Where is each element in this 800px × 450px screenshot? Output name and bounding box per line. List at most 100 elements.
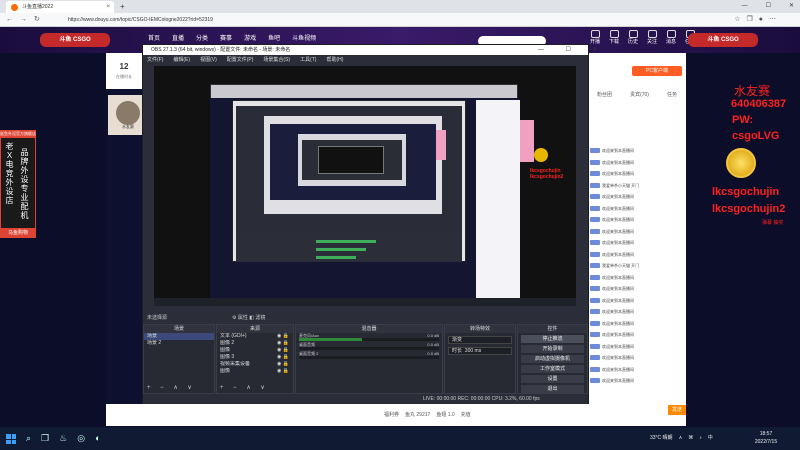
chat-message: 欢迎来到本直播间: [590, 157, 684, 169]
reload-icon[interactable]: ↻: [34, 16, 47, 23]
obs-window-controls[interactable]: — ☐ ✕: [538, 45, 608, 55]
left-ad-button[interactable]: 马鱼购物: [0, 228, 36, 238]
menu-tools[interactable]: 工具(T): [300, 55, 316, 65]
duration-field[interactable]: 时长 300 ms: [448, 347, 512, 355]
douyu-logo[interactable]: 斗鱼 CSGO: [40, 33, 110, 47]
source-item[interactable]: 图像 ◉ 🔒: [217, 368, 293, 375]
url-field[interactable]: https://www.douyu.com/topic/CSGO-IEMColo…: [68, 15, 508, 25]
volume-meter[interactable]: [299, 347, 439, 350]
source-item[interactable]: 图像 ◉ 🔒: [217, 347, 293, 354]
menu-view[interactable]: 视图(V): [200, 55, 217, 65]
eye-lock-icon[interactable]: ◉ 🔒: [277, 340, 289, 347]
weather-text[interactable]: 33°C 晴朗: [650, 432, 673, 445]
transition-select[interactable]: 渐变: [448, 336, 512, 344]
taskbar-clock[interactable]: 18:57 2022/7/15: [748, 430, 784, 446]
source-item[interactable]: 图像 3 ◉ 🔒: [217, 354, 293, 361]
messages-button[interactable]: 消息: [664, 30, 678, 47]
menu-help[interactable]: 帮助(H): [326, 55, 343, 65]
network-icon[interactable]: ⌘: [688, 432, 693, 445]
windows-start-icon[interactable]: [6, 434, 16, 444]
menu-dots-icon[interactable]: ⋯: [769, 16, 782, 23]
fan-badge-icon: [590, 320, 600, 326]
back-icon[interactable]: ←: [6, 16, 20, 23]
gold-medal-icon: [726, 148, 756, 178]
send-button[interactable]: 发送: [668, 405, 686, 415]
virtual-camera-button[interactable]: 启动虚拟摄像机: [521, 355, 584, 363]
fan-badge-icon: [590, 378, 600, 384]
new-tab-button[interactable]: +: [120, 0, 125, 13]
scene-dock-controls[interactable]: + − ∧ ∨: [147, 384, 196, 391]
source-item[interactable]: 视频采集设备 ◉ 🔒: [217, 361, 293, 368]
mixer-header: 混音器: [296, 325, 442, 333]
menu-edit[interactable]: 编辑(E): [173, 55, 190, 65]
volume-icon[interactable]: ♪: [699, 432, 702, 445]
gift-item[interactable]: 鱼丸 29217: [405, 411, 430, 418]
search-icon[interactable]: ⌕: [26, 432, 31, 445]
cat-avatar-icon: [116, 101, 140, 125]
scene-item[interactable]: 场景 2: [144, 340, 214, 347]
eye-lock-icon[interactable]: ◉ 🔒: [277, 361, 289, 368]
chat-message: 欢迎来到本直播间: [590, 214, 684, 226]
scene-item[interactable]: 场景: [144, 333, 214, 340]
history-button[interactable]: 历史: [626, 30, 640, 47]
exit-button[interactable]: 退出: [521, 385, 584, 393]
follow-button[interactable]: 关注: [645, 30, 659, 47]
source-item[interactable]: 图像 2 ◉ 🔒: [217, 340, 293, 347]
chat-message: 欢迎来到本直播间: [590, 306, 684, 318]
task-view-icon[interactable]: ❐: [41, 432, 49, 445]
clock-date: 2022/7/15: [754, 439, 778, 445]
chat-tab[interactable]: 任务: [667, 91, 677, 98]
overlay-password: csgoLVG: [732, 130, 780, 142]
stop-streaming-button[interactable]: 停止推流: [521, 335, 584, 343]
source-item[interactable]: 文本 (GDI+) ◉ 🔒: [217, 333, 293, 340]
steam-icon[interactable]: ♨: [59, 432, 67, 445]
tray-chevron-icon[interactable]: ∧: [679, 432, 683, 445]
menu-profile[interactable]: 配置文件(P): [227, 55, 254, 65]
filters-button[interactable]: 滤镜: [255, 315, 265, 321]
camera-icon: [590, 30, 600, 38]
gift-item[interactable]: 福利券: [384, 411, 399, 418]
message-icon: [666, 30, 676, 38]
close-tab-icon[interactable]: ×: [106, 1, 110, 13]
minimize-icon[interactable]: —: [742, 0, 748, 13]
viewer-count: 12: [119, 62, 129, 71]
forward-icon[interactable]: →: [20, 16, 34, 23]
menu-scene-collection[interactable]: 场景集合(S): [263, 55, 290, 65]
browser-tab[interactable]: 斗鱼直播2022 ×: [6, 1, 114, 13]
gift-item[interactable]: 鱼翅 1.0: [436, 411, 454, 418]
overlay-code: lkcsgochujin2: [712, 203, 786, 215]
fan-badge-icon: [590, 366, 600, 372]
edge-icon[interactable]: ◐: [95, 432, 100, 445]
obs-app-icon[interactable]: ◎: [77, 432, 85, 445]
menu-file[interactable]: 文件(F): [147, 55, 163, 65]
properties-button[interactable]: 属性: [238, 315, 248, 321]
close-window-icon[interactable]: ✕: [789, 0, 794, 13]
nested-chat: [476, 100, 520, 298]
eye-lock-icon[interactable]: ◉ 🔒: [277, 368, 289, 375]
eye-lock-icon[interactable]: ◉ 🔒: [277, 354, 289, 361]
source-dock-controls[interactable]: + − ∧ ∨: [220, 384, 269, 391]
collections-icon[interactable]: ❐: [746, 16, 758, 23]
eye-lock-icon[interactable]: ◉ 🔒: [277, 347, 289, 354]
system-tray: 33°C 晴朗 ∧ ⌘ ♪ 中: [650, 432, 713, 445]
start-recording-button[interactable]: 开始录制: [521, 345, 584, 353]
maximize-icon[interactable]: ☐: [766, 0, 771, 13]
eye-lock-icon[interactable]: ◉ 🔒: [277, 333, 289, 340]
studio-mode-button[interactable]: 工作室模式: [521, 365, 584, 373]
favorite-star-icon[interactable]: ☆: [734, 16, 746, 23]
profile-icon[interactable]: ●: [759, 16, 769, 23]
douyu-favicon-icon: [11, 4, 18, 11]
fan-badge-icon: [590, 194, 600, 200]
volume-meter[interactable]: [299, 356, 439, 359]
pc-client-button[interactable]: PC客户端: [632, 66, 682, 76]
window-controls: — ☐ ✕: [742, 0, 794, 13]
settings-button[interactable]: 设置: [521, 375, 584, 383]
input-language[interactable]: 中: [708, 432, 713, 445]
chat-tab[interactable]: 贵宾(70): [630, 91, 649, 98]
download-button[interactable]: 下载: [607, 30, 621, 47]
volume-meter[interactable]: [299, 338, 439, 341]
chat-tab[interactable]: 粉丝团: [597, 91, 612, 98]
chat-message: 欢迎来到本直播间: [590, 375, 684, 387]
chat-message: 欢迎来到本直播间: [590, 145, 684, 157]
gift-item[interactable]: 充值: [461, 411, 471, 418]
